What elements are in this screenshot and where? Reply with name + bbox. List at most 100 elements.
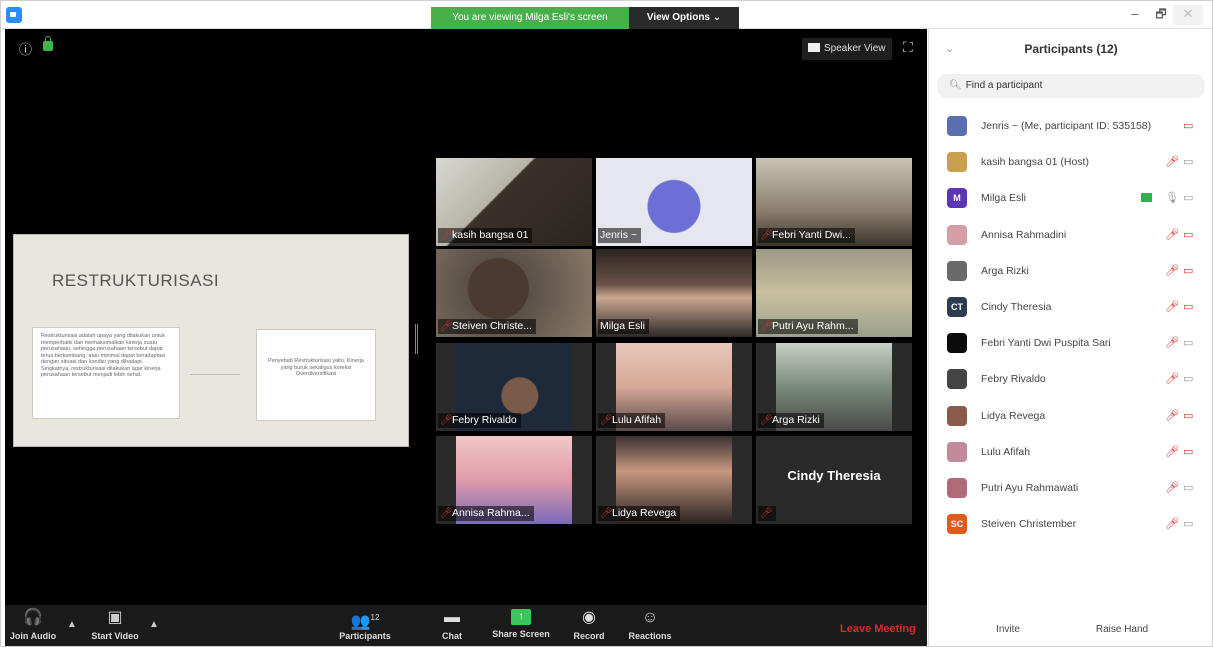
participant-name: Lulu Afifah [981, 445, 1031, 458]
tile-display-name: Cindy Theresia [787, 468, 881, 483]
participants-label: Participants [339, 631, 391, 641]
record-button[interactable]: ◉ Record [571, 609, 607, 641]
tile-name-label: 🎤︎Lidya Revega [598, 506, 681, 521]
tile-participant-name: Milga Esli [600, 320, 645, 332]
participant-name: Jenris ~ (Me, participant ID: 535158) [981, 120, 1152, 132]
participant-name: Febry Rivaldo [981, 373, 1046, 386]
participant-row[interactable]: CT Cindy Theresia 🎤︎ ▭ [929, 291, 1213, 327]
join-audio-button[interactable]: 🎧 Join Audio [9, 609, 57, 641]
avatar [947, 116, 967, 136]
split-divider-handle[interactable] [415, 324, 418, 354]
tile-name-label: 🎤︎Steiven Christe... [438, 319, 536, 334]
fullscreen-icon[interactable]: ⛶ [903, 39, 913, 56]
zoom-window: You are viewing Milga Esli's screen View… [0, 0, 1213, 647]
participant-row[interactable]: M Milga Esli 🎙︎ ▭ [929, 182, 1213, 218]
tile-name-label: 🎤︎Arga Rizki [758, 413, 824, 428]
participant-name: Steiven Christember [981, 518, 1077, 531]
avatar [947, 260, 967, 281]
info-icon[interactable]: ⓘ [19, 39, 32, 58]
tile-name-label: 🎤︎ [758, 506, 776, 521]
participant-row[interactable]: Lidya Revega 🎤︎ ▭ [929, 400, 1213, 436]
avatar [947, 369, 967, 390]
invite-button[interactable]: Invite [983, 619, 1033, 641]
record-icon: ◉ [582, 609, 596, 626]
participants-button[interactable]: 👥12 Participants [335, 609, 395, 641]
speaker-view-button[interactable]: Speaker View [802, 38, 892, 60]
video-tile[interactable]: 🎤︎Febry Rivaldo [436, 343, 592, 431]
mic-muted-icon: 🎤︎ [1165, 373, 1179, 386]
participant-row[interactable]: Jenris ~ (Me, participant ID: 535158) ▭ [929, 110, 1213, 146]
share-screen-button[interactable]: ↑ Share Screen [491, 609, 551, 639]
participant-row[interactable]: kasih bangsa 01 (Host) 🎤︎ ▭ [929, 146, 1213, 182]
participant-name: kasih bangsa 01 (Host) [981, 156, 1089, 169]
avatar [947, 405, 967, 426]
participant-row[interactable]: SC Steiven Christember 🎤︎ ▭ [929, 508, 1213, 544]
participant-search-input[interactable]: 🔍︎ Find a participant [937, 74, 1205, 98]
leave-meeting-button[interactable]: Leave Meeting [840, 623, 916, 635]
mic-muted-icon: 🎤︎ [1165, 481, 1179, 494]
video-options-chevron-icon[interactable]: ▲ [149, 619, 159, 630]
avatar: M [947, 188, 967, 209]
mic-muted-icon: 🎤︎ [600, 508, 613, 519]
slide-connector [190, 374, 240, 375]
mic-muted-icon: 🎤︎ [440, 321, 453, 332]
speaker-view-label: Speaker View [824, 43, 886, 54]
mic-muted-icon: 🎤︎ [760, 321, 773, 332]
participant-row[interactable]: Arga Rizki 🎤︎ ▭ [929, 255, 1213, 291]
chat-button[interactable]: ▬ Chat [437, 609, 467, 641]
view-options-button[interactable]: View Options ⌄ [629, 7, 739, 29]
chat-label: Chat [442, 631, 462, 641]
video-tile[interactable]: 🎤︎Putri Ayu Rahm... [756, 249, 912, 337]
video-on-icon: ▭ [1183, 518, 1194, 531]
mic-muted-icon: 🎤︎ [1165, 409, 1179, 422]
video-tile[interactable]: 🎤︎Lidya Revega [596, 436, 752, 524]
meeting-toolbar: 🎧 Join Audio ▲ ▣ Start Video ▲ 👥12 Particip… [5, 605, 927, 646]
participant-row[interactable]: Putri Ayu Rahmawati 🎤︎ ▭ [929, 472, 1213, 508]
video-tile[interactable]: 🎤︎Annisa Rahma... [436, 436, 592, 524]
video-tile[interactable]: 🎤︎Febri Yanti Dwi... [756, 158, 912, 246]
start-video-label: Start Video [91, 631, 139, 641]
lock-icon[interactable] [43, 36, 53, 51]
video-tile[interactable]: 🎤︎Arga Rizki [756, 343, 912, 431]
video-tile[interactable]: 🎤︎Steiven Christe... [436, 249, 592, 337]
participant-name: Putri Ayu Rahmawati [981, 481, 1079, 494]
participant-row[interactable]: Febry Rivaldo 🎤︎ ▭ [929, 363, 1213, 399]
participant-name: Febri Yanti Dwi Puspita Sari [981, 337, 1111, 350]
maximize-button[interactable]: 🗗 [1149, 5, 1173, 25]
search-icon: 🔍︎ [949, 80, 962, 91]
video-on-icon: ▭ [1183, 192, 1194, 205]
video-tile[interactable]: Jenris ~ [596, 158, 752, 246]
mic-muted-icon: 🎤︎ [1165, 264, 1179, 277]
video-off-icon: ▣ [107, 609, 123, 626]
video-tile[interactable]: 🎤︎kasih bangsa 01 [436, 158, 592, 246]
tile-name-label: 🎤︎Febry Rivaldo [438, 413, 521, 428]
headphones-icon: 🎧 [23, 609, 43, 626]
mic-muted-icon: 🎤︎ [1165, 337, 1179, 350]
tile-name-label: 🎤︎kasih bangsa 01 [438, 228, 533, 243]
video-on-icon: ▭ [1183, 156, 1194, 169]
minimize-button[interactable]: – [1121, 5, 1149, 25]
close-button[interactable]: ✕ [1173, 5, 1203, 25]
tile-participant-name: Putri Ayu Rahm... [772, 320, 854, 332]
title-bar: You are viewing Milga Esli's screen View… [1, 1, 1212, 29]
avatar: CT [947, 296, 967, 317]
reactions-button[interactable]: ☺ Reactions [625, 609, 675, 641]
tile-participant-name: Lidya Revega [612, 507, 677, 519]
shared-slide: RESTRUKTURISASI Restrukturisasi adalah u… [13, 234, 409, 447]
share-screen-label: Share Screen [492, 629, 550, 639]
tile-name-label: 🎤︎Lulu Afifah [598, 413, 666, 428]
video-area: ⓘ Speaker View ⛶ RESTRUKTURISASI Restruk… [5, 29, 927, 646]
participant-row[interactable]: Lulu Afifah 🎤︎ ▭ [929, 436, 1213, 472]
tile-participant-name: kasih bangsa 01 [452, 229, 529, 241]
audio-options-chevron-icon[interactable]: ▲ [67, 619, 77, 630]
start-video-button[interactable]: ▣ Start Video [85, 609, 145, 641]
participant-row[interactable]: Annisa Rahmadini 🎤︎ ▭ [929, 219, 1213, 255]
participants-panel-footer: Invite Raise Hand [929, 615, 1213, 645]
video-tile[interactable]: Milga Esli [596, 249, 752, 337]
participant-row[interactable]: Febri Yanti Dwi Puspita Sari 🎤︎ ▭ [929, 327, 1213, 363]
participant-name: Cindy Theresia [981, 300, 1052, 313]
video-tile[interactable]: 🎤︎Lulu Afifah [596, 343, 752, 431]
raise-hand-button[interactable]: Raise Hand [1089, 619, 1155, 641]
mic-muted-icon: 🎤︎ [440, 415, 453, 426]
video-tile[interactable]: Cindy Theresia 🎤︎ [756, 436, 912, 524]
